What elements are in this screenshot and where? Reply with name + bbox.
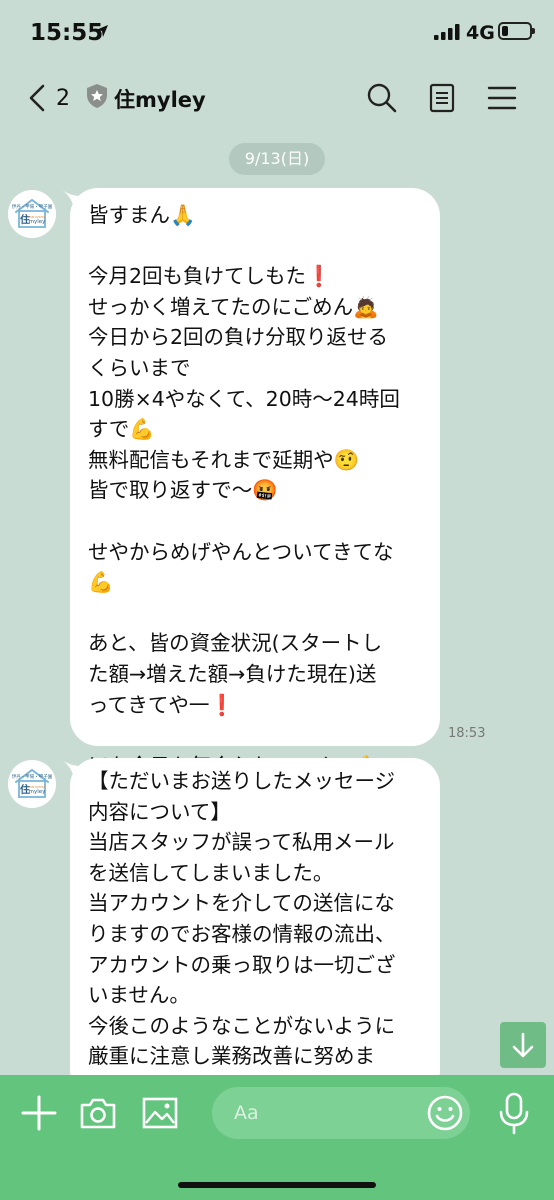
home-indicator[interactable]: [178, 1182, 376, 1188]
chevron-left-icon: [29, 84, 45, 112]
myley-logo-icon: 伊丹・甲陽・甲子園 住 maruyama myley: [8, 760, 56, 808]
avatar[interactable]: 伊丹・甲陽・甲子園 住 maruyama myley: [8, 190, 56, 238]
note-icon[interactable]: [426, 82, 458, 114]
message-bubble[interactable]: 【ただいまお送りしたメッセージ 内容について】 当店スタッフが誤って私用メール …: [70, 758, 440, 1098]
svg-text:myley: myley: [29, 219, 47, 225]
search-icon[interactable]: [366, 82, 398, 114]
emoji-icon[interactable]: [426, 1094, 464, 1132]
scroll-to-bottom-button[interactable]: [500, 1022, 546, 1068]
battery-icon: [498, 22, 535, 40]
shield-icon: [87, 84, 107, 108]
status-bar: 15:55 4G: [0, 0, 554, 66]
location-arrow-icon: [96, 25, 108, 37]
message-timestamp: 18:53: [448, 726, 486, 741]
menu-icon[interactable]: [486, 82, 518, 114]
network-type: 4G: [466, 22, 495, 44]
svg-text:伊丹・甲陽・甲子園: 伊丹・甲陽・甲子園: [12, 773, 53, 780]
microphone-icon[interactable]: [494, 1091, 534, 1135]
signal-icon: [434, 24, 460, 40]
message-bubble[interactable]: 皆すまん🙏 今月2回も負けてしもた❗ せっかく増えてたのにごめん🙇 今日から2回…: [70, 188, 440, 778]
avatar[interactable]: 伊丹・甲陽・甲子園 住 maruyama myley: [8, 760, 56, 808]
camera-icon[interactable]: [78, 1093, 118, 1133]
svg-text:伊丹・甲陽・甲子園: 伊丹・甲陽・甲子園: [12, 203, 53, 210]
status-time: 15:55: [30, 20, 104, 46]
plus-icon[interactable]: [19, 1093, 59, 1133]
chat-title: 住myley: [114, 88, 206, 112]
image-icon[interactable]: [140, 1093, 180, 1133]
date-separator: 9/13(日): [229, 143, 325, 175]
myley-logo-icon: 伊丹・甲陽・甲子園 住 maruyama myley: [8, 190, 56, 238]
back-button[interactable]: 2: [26, 80, 70, 116]
chat-header: 2 住myley: [0, 66, 554, 130]
svg-text:myley: myley: [29, 789, 47, 795]
arrow-down-icon: [512, 1032, 534, 1058]
unread-count: 2: [56, 85, 70, 111]
